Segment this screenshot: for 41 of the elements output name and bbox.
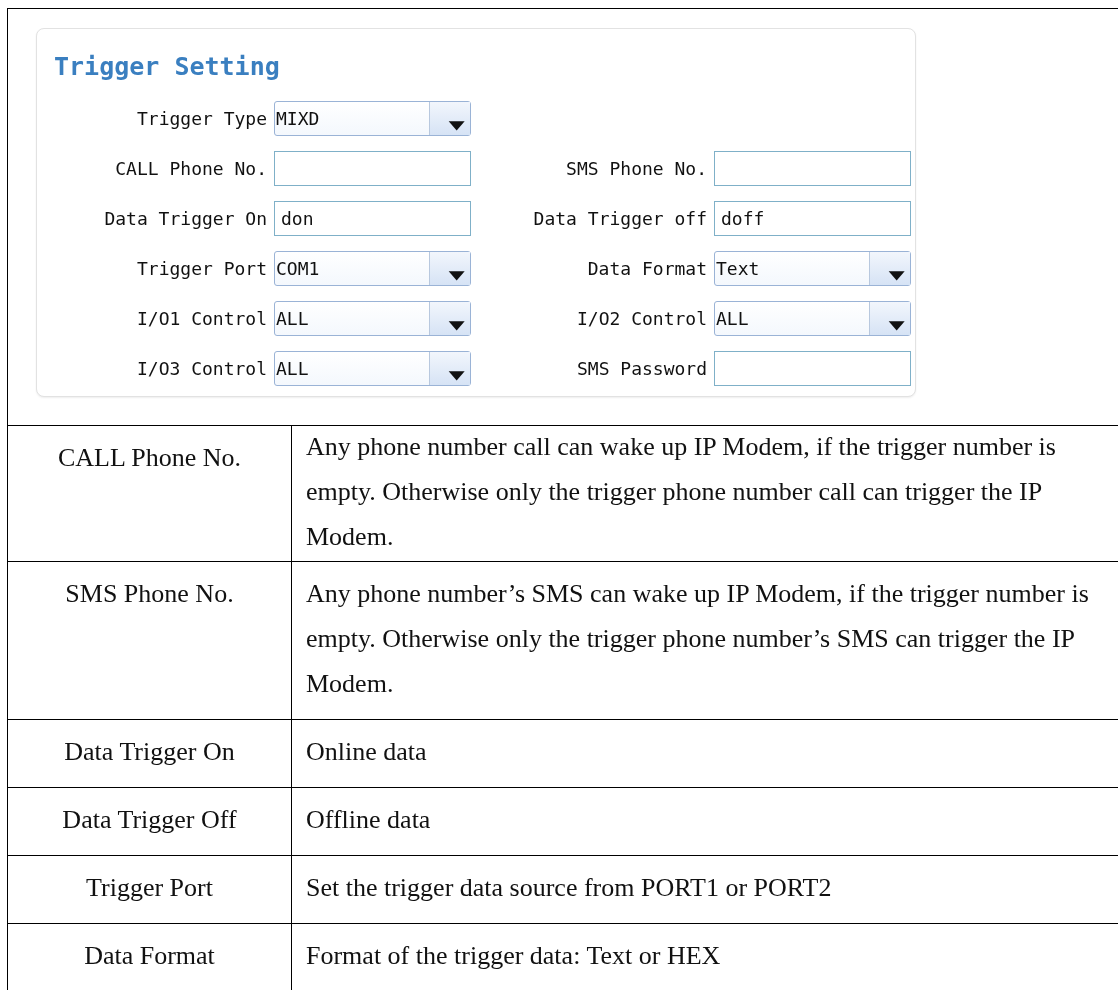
table-cell-text: Trigger Port	[86, 872, 213, 904]
table-cell-text: SMS Phone No.	[65, 578, 234, 610]
caret-icon	[429, 301, 470, 335]
caret-icon	[429, 351, 470, 385]
dropdown[interactable]: Text	[714, 250, 911, 286]
table-cell: Any phone number call can wake up IP Modem, if the trigger number is empty. Otherwise only the trigger phone number call can trigger the IP Modem.	[306, 432, 1056, 551]
caret-icon	[869, 301, 910, 335]
dropdown[interactable]: ALL	[274, 350, 471, 386]
input-field[interactable]: don	[274, 200, 471, 236]
table-cell: Set the trigger data source from PORT1 or PORT2	[306, 873, 832, 902]
field-label: I/O1 Control	[136, 307, 267, 329]
field-label: I/O2 Control	[576, 307, 707, 329]
field-label: Data Format	[587, 257, 707, 279]
field-label: CALL Phone No.	[115, 157, 267, 179]
field-label: I/O3 Control	[136, 357, 267, 379]
field-label: Trigger Type	[136, 107, 267, 129]
table-cell: Offline data	[306, 805, 431, 834]
table-cell: Format of the trigger data: Text or HEX	[306, 941, 721, 970]
table-cell-text: CALL Phone No.	[57, 442, 242, 474]
field-label: SMS Phone No.	[566, 157, 707, 179]
table-cell-text: Data Trigger Off	[62, 804, 237, 836]
input-field[interactable]: doff	[714, 200, 911, 236]
input-field[interactable]	[274, 150, 471, 186]
dropdown[interactable]: MIXD	[274, 100, 471, 136]
field-label: SMS Password	[576, 357, 707, 379]
panel-title: Trigger Setting	[54, 51, 280, 83]
table-cell-text: Data Format	[84, 940, 215, 972]
caret-icon	[869, 251, 910, 285]
dropdown[interactable]: ALL	[714, 300, 911, 336]
dropdown[interactable]: ALL	[274, 300, 471, 336]
table-cell-text: Data Trigger On	[64, 736, 235, 768]
field-label: Data Trigger off	[533, 207, 707, 229]
field-label: Trigger Port	[136, 257, 267, 279]
table-cell: Any phone number’s SMS can wake up IP Modem, if the trigger number is empty. Otherwise only the trigger phone number’s SMS can trigger the IP Modem.	[306, 579, 1089, 698]
input-field[interactable]	[714, 150, 911, 186]
field-label: Data Trigger On	[104, 207, 267, 229]
caret-icon	[429, 101, 470, 135]
caret-icon	[429, 251, 470, 285]
dropdown[interactable]: COM1	[274, 250, 471, 286]
table-cell: Online data	[306, 737, 427, 766]
input-field[interactable]	[714, 350, 911, 386]
